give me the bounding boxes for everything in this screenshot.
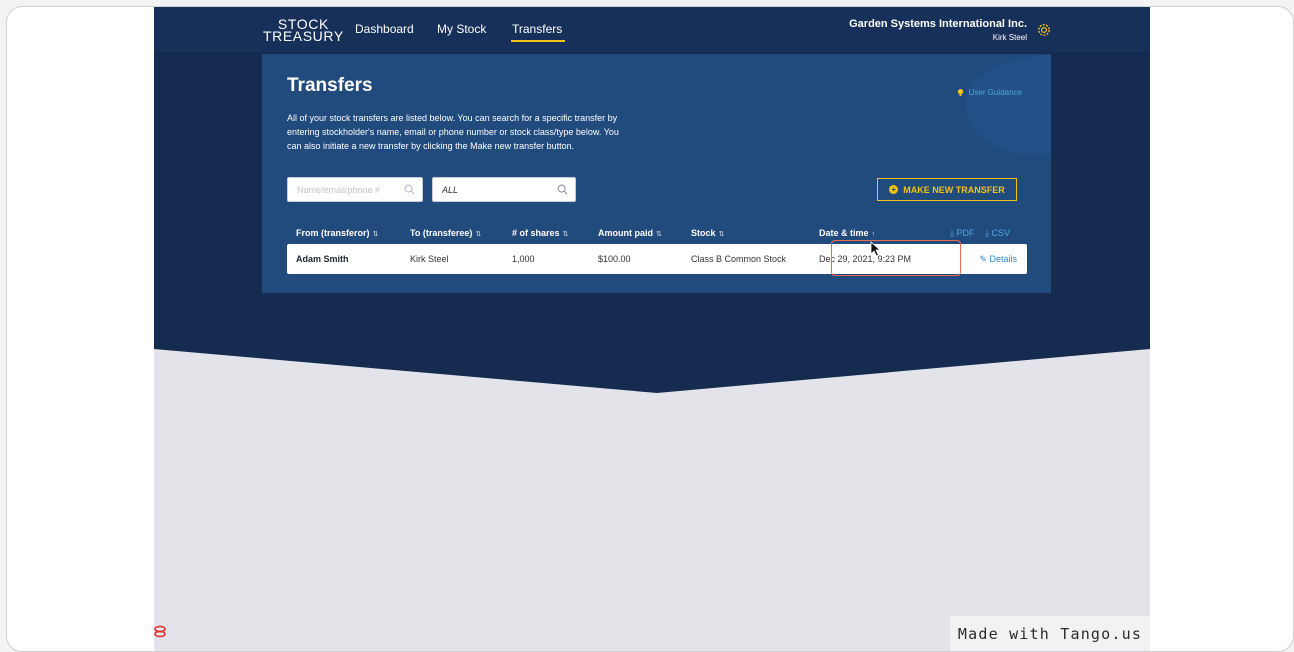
download-icon: ⤓ <box>950 228 954 238</box>
top-navigation-bar: STOCK TREASURY Dashboard My Stock Transf… <box>154 7 1150 54</box>
user-name[interactable]: Kirk Steel <box>993 33 1027 42</box>
details-link[interactable]: ✎ Details <box>979 254 1017 265</box>
stock-treasury-app: STOCK TREASURY Dashboard My Stock Transf… <box>154 7 1150 651</box>
cell-to: Kirk Steel <box>410 254 449 264</box>
company-name[interactable]: Garden Systems International Inc. <box>849 18 1027 30</box>
col-header-shares[interactable]: # of shares ⇅ <box>512 228 568 238</box>
search-input[interactable] <box>288 178 398 201</box>
page-description: All of your stock transfers are listed b… <box>287 113 619 151</box>
logo-line-2: TREASURY <box>263 28 344 44</box>
made-with-tango-badge[interactable]: Made with Tango.us <box>950 616 1150 651</box>
col-header-datetime[interactable]: Date & time ↑ <box>819 228 875 238</box>
user-guidance-label: User Guidance <box>968 88 1022 97</box>
user-guidance-link[interactable]: User Guidance <box>956 88 1022 97</box>
sort-icon: ⇅ <box>562 231 569 238</box>
active-nav-underline <box>511 40 565 42</box>
step-highlight-box <box>831 240 961 276</box>
stock-class-filter[interactable] <box>432 177 576 202</box>
cell-stock: Class B Common Stock <box>691 254 787 264</box>
mouse-cursor-icon <box>870 241 882 257</box>
col-header-label: Date & time <box>819 228 869 238</box>
export-csv-label: CSV <box>991 228 1011 238</box>
lightbulb-icon <box>957 88 963 96</box>
sort-icon: ↑ <box>871 231 876 238</box>
col-header-amount[interactable]: Amount paid ⇅ <box>598 228 662 238</box>
gear-icon[interactable] <box>1036 22 1052 38</box>
sort-icon: ⇅ <box>656 231 662 238</box>
make-new-transfer-button[interactable]: + MAKE NEW TRANSFER <box>877 178 1017 201</box>
col-header-to[interactable]: To (transferee) ⇅ <box>410 228 481 238</box>
download-icon: ⤓ <box>985 228 989 238</box>
col-header-label: Stock <box>691 228 716 238</box>
col-header-label: To (transferee) <box>410 228 473 238</box>
search-field[interactable] <box>287 177 423 202</box>
sort-icon: ⇅ <box>372 231 379 238</box>
col-header-label: From (transferor) <box>296 228 370 238</box>
window-frame: STOCK TREASURY Dashboard My Stock Transf… <box>6 6 1294 652</box>
search-icon <box>404 184 415 195</box>
col-header-stock[interactable]: Stock ⇅ <box>691 228 724 238</box>
stock-treasury-logo[interactable]: STOCK TREASURY <box>263 17 344 44</box>
nav-my-stock[interactable]: My Stock <box>437 22 486 36</box>
col-header-label: Amount paid <box>598 228 653 238</box>
page-title: Transfers <box>287 75 373 96</box>
make-new-transfer-label: MAKE NEW TRANSFER <box>903 184 1005 195</box>
col-header-label: # of shares <box>512 228 560 238</box>
tango-logo-icon <box>154 625 166 638</box>
export-csv-link[interactable]: ⤓ CSV <box>985 228 1010 239</box>
card-decoration <box>965 54 1051 155</box>
search-icon <box>557 184 568 195</box>
plus-circle-icon: + <box>889 185 899 194</box>
cell-amount: $100.00 <box>598 254 631 264</box>
export-pdf-link[interactable]: ⤓ PDF <box>950 228 975 239</box>
sort-icon: ⇅ <box>718 231 725 238</box>
sort-icon: ⇅ <box>475 231 482 238</box>
cell-from: Adam Smith <box>296 254 349 264</box>
cell-shares: 1,000 <box>512 254 535 264</box>
table-row[interactable]: Adam Smith Kirk Steel 1,000 $100.00 Clas… <box>287 240 1027 276</box>
details-label: Details <box>989 254 1017 264</box>
stock-class-input[interactable] <box>433 178 551 201</box>
nav-dashboard[interactable]: Dashboard <box>355 22 414 36</box>
pencil-icon: ✎ <box>979 254 987 264</box>
nav-transfers[interactable]: Transfers <box>512 22 562 36</box>
col-header-from[interactable]: From (transferor) ⇅ <box>296 228 378 238</box>
export-pdf-label: PDF <box>956 228 975 238</box>
transfers-card: Transfers User Guidance All of your stoc… <box>262 54 1051 293</box>
